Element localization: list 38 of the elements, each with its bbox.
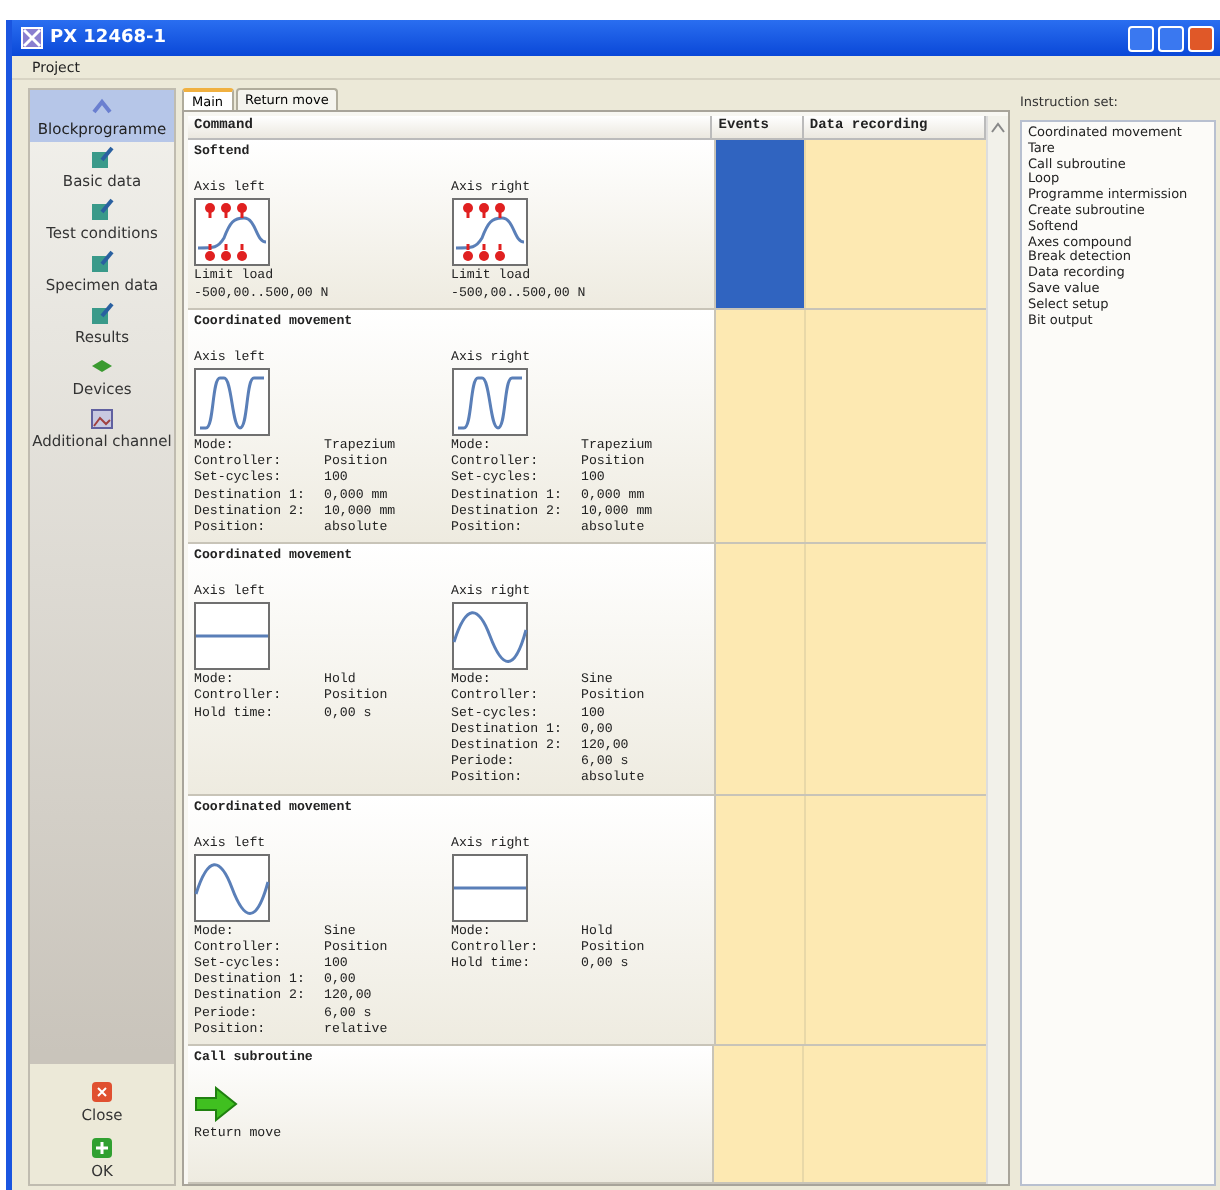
sine-curve-icon — [194, 853, 270, 922]
close-icon — [90, 1080, 114, 1104]
app-icon — [20, 26, 44, 50]
scrollbar[interactable] — [986, 116, 1008, 1184]
minimize-button[interactable] — [1128, 25, 1154, 51]
device-icon — [90, 354, 114, 378]
events-cell[interactable] — [716, 140, 807, 308]
data-recording-cell[interactable] — [806, 140, 986, 308]
pencil-icon — [90, 198, 114, 222]
scroll-up-icon — [990, 122, 1006, 134]
data-recording-cell[interactable] — [806, 795, 986, 1045]
pencil-icon — [90, 146, 114, 170]
maximize-button[interactable] — [1158, 25, 1184, 51]
trapezium-curve-icon — [194, 368, 270, 436]
command-cell[interactable] — [188, 544, 716, 794]
chevron-icon — [90, 94, 114, 118]
limit-curve-icon — [451, 198, 527, 266]
sine-curve-icon — [451, 602, 527, 671]
hold-curve-icon — [194, 602, 270, 671]
close-window-button[interactable] — [1188, 25, 1214, 51]
data-recording-cell[interactable] — [804, 1046, 986, 1182]
hold-curve-icon — [451, 853, 527, 922]
data-recording-cell[interactable] — [806, 544, 986, 794]
window-title: PX 12468-1 — [50, 28, 168, 48]
plus-icon — [90, 1136, 114, 1160]
events-cell[interactable] — [713, 1046, 805, 1182]
command-cell[interactable] — [188, 310, 716, 543]
trapezium-curve-icon — [451, 368, 527, 436]
command-cell[interactable] — [188, 795, 716, 1045]
arrow-icon — [194, 1086, 238, 1123]
pencil-icon — [90, 250, 114, 274]
events-cell[interactable] — [716, 310, 807, 543]
data-recording-cell[interactable] — [806, 310, 986, 543]
limit-curve-icon — [194, 198, 270, 266]
pencil-icon — [90, 302, 114, 326]
chart-icon — [90, 406, 114, 430]
events-cell[interactable] — [716, 544, 807, 794]
events-cell[interactable] — [716, 795, 807, 1045]
